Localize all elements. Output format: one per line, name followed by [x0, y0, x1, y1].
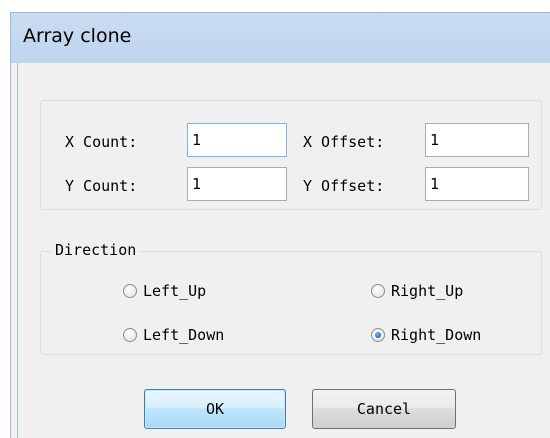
dialog-title: Array clone [23, 25, 132, 47]
array-clone-dialog: Array clone X Count: Y Count: X Offset: … [10, 12, 550, 438]
x-offset-label: X Offset: [303, 133, 385, 151]
y-count-label: Y Count: [65, 177, 138, 195]
cancel-button[interactable]: Cancel [312, 389, 456, 429]
x-offset-input[interactable] [425, 123, 529, 157]
counts-group: X Count: Y Count: X Offset: Y Offset: [40, 100, 542, 210]
radio-right-up-dot [371, 284, 385, 298]
radio-right-down-label: Right_Down [391, 326, 482, 344]
radio-right-up-label: Right_Up [391, 282, 464, 300]
radio-right-up[interactable]: Right_Up [371, 282, 463, 300]
radio-right-down-dot [371, 328, 385, 342]
x-count-label: X Count: [65, 133, 138, 151]
direction-legend: Direction [51, 241, 141, 259]
radio-left-down-label: Left_Down [143, 326, 225, 344]
radio-left-up[interactable]: Left_Up [123, 282, 206, 300]
radio-left-down[interactable]: Left_Down [123, 326, 224, 344]
radio-left-down-dot [123, 328, 137, 342]
dialog-body: X Count: Y Count: X Offset: Y Offset: Di… [17, 63, 550, 438]
y-offset-label: Y Offset: [303, 177, 385, 195]
y-offset-input[interactable] [425, 167, 529, 201]
radio-left-up-dot [123, 284, 137, 298]
radio-left-up-label: Left_Up [143, 282, 207, 300]
radio-right-down[interactable]: Right_Down [371, 326, 481, 344]
x-count-input[interactable] [187, 123, 287, 157]
y-count-input[interactable] [187, 167, 287, 201]
ok-button[interactable]: OK [144, 389, 286, 429]
dialog-titlebar[interactable]: Array clone [11, 13, 550, 63]
direction-group: Direction Left_Up Right_Up Left_Down Rig… [40, 241, 542, 355]
